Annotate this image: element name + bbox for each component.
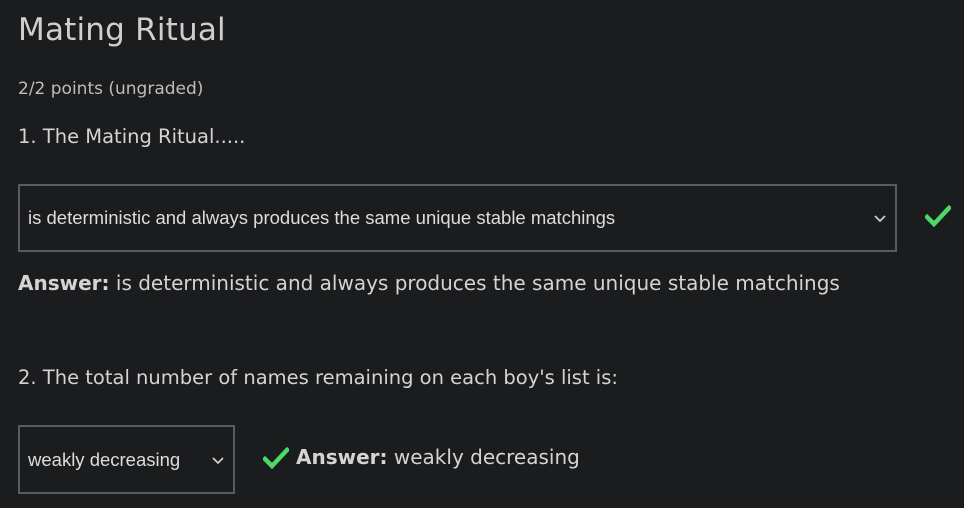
chevron-down-icon	[212, 456, 224, 464]
question-2-selected-value: weakly decreasing	[28, 448, 181, 470]
question-1-label: 1. The Mating Ritual.....	[18, 125, 246, 148]
checkmark-icon	[263, 447, 289, 469]
answer-text: is deterministic and always produces the…	[115, 271, 840, 295]
chevron-down-icon	[874, 215, 886, 223]
answer-label: Answer:	[296, 445, 388, 469]
question-2-answer: Answer: weakly decreasing	[296, 445, 580, 469]
answer-label: Answer:	[18, 271, 110, 295]
question-1-answer: Answer: is deterministic and always prod…	[18, 271, 840, 295]
question-2-dropdown[interactable]: weakly decreasing	[18, 425, 235, 494]
question-1-selected-value: is deterministic and always produces the…	[28, 207, 616, 228]
checkmark-icon	[925, 205, 951, 227]
answer-text: weakly decreasing	[393, 445, 580, 469]
question-1-dropdown[interactable]: is deterministic and always produces the…	[18, 184, 897, 252]
problem-page: Mating Ritual 2/2 points (ungraded) 1. T…	[0, 0, 964, 508]
question-2-label: 2. The total number of names remaining o…	[18, 366, 618, 389]
points-status: 2/2 points (ungraded)	[18, 79, 204, 99]
problem-title: Mating Ritual	[18, 12, 226, 48]
